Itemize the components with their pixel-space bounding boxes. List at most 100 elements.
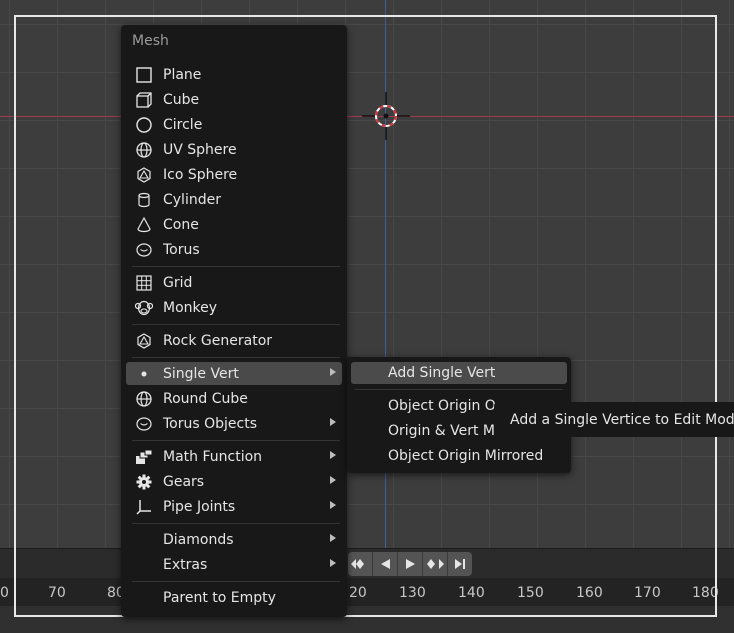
uv-sphere-icon: [134, 389, 154, 409]
menu-item-label: Round Cube: [163, 390, 248, 407]
menu-item-label: Cone: [163, 216, 199, 233]
menu-item-single-vert[interactable]: Single Vert: [126, 362, 342, 385]
submenu-item-label: Object Origin On: [388, 398, 505, 414]
menu-item-label: Cylinder: [163, 191, 221, 208]
plane-icon: [134, 65, 154, 85]
menu-item-cylinder[interactable]: Cylinder: [126, 188, 342, 211]
playback-controls: [348, 552, 472, 576]
submenu-item-label: Object Origin Mirrored: [388, 448, 544, 464]
menu-item-label: Diamonds: [163, 531, 234, 548]
menu-title: Mesh: [132, 33, 169, 49]
menu-separator: [355, 389, 563, 390]
menu-item-label: Torus Objects: [163, 415, 258, 432]
timeline-ruler[interactable]: 0 70 80 20 130 140 150 160 170 180: [0, 578, 734, 606]
mesh-add-menu: Mesh Plane Cube Circle UV Sphere Ico Sph…: [121, 25, 347, 617]
jump-keyframe-forward-icon[interactable]: [423, 552, 448, 576]
torus-icon: [134, 414, 154, 434]
gear-icon: [134, 472, 154, 492]
menu-item-rock-generator[interactable]: Rock Generator: [126, 329, 342, 352]
submenu-arrow-icon: [330, 418, 336, 426]
menu-item-label: Plane: [163, 66, 202, 83]
menu-item-label: Monkey: [163, 299, 218, 316]
submenu-item-add-single-vert[interactable]: Add Single Vert: [351, 362, 567, 384]
menu-item-plane[interactable]: Plane: [126, 63, 342, 86]
menu-item-label: Single Vert: [163, 365, 239, 382]
menu-item-round-cube[interactable]: Round Cube: [126, 387, 342, 410]
menu-item-grid[interactable]: Grid: [126, 271, 342, 294]
frame-tick: 130: [399, 585, 426, 601]
play-reverse-icon[interactable]: [373, 552, 398, 576]
menu-item-uv-sphere[interactable]: UV Sphere: [126, 138, 342, 161]
menu-item-label: Cube: [163, 91, 200, 108]
monkey-icon: [134, 298, 154, 318]
submenu-arrow-icon: [330, 501, 336, 509]
menu-item-extras[interactable]: Extras: [126, 553, 342, 576]
menu-item-monkey[interactable]: Monkey: [126, 296, 342, 319]
play-icon[interactable]: [398, 552, 423, 576]
tooltip: Add a Single Vertice to Edit Mode.: [494, 402, 734, 437]
frame-tick: 160: [576, 585, 603, 601]
menu-item-circle[interactable]: Circle: [126, 113, 342, 136]
submenu-arrow-icon: [330, 534, 336, 542]
menu-item-label: Gears: [163, 473, 205, 490]
menu-item-label: Grid: [163, 274, 193, 291]
timeline-body[interactable]: [0, 606, 734, 633]
submenu-item-label: Add Single Vert: [388, 365, 496, 381]
submenu-arrow-icon: [330, 368, 336, 376]
cube-icon: [134, 90, 154, 110]
submenu-arrow-icon: [330, 559, 336, 567]
menu-item-label: Circle: [163, 116, 203, 133]
menu-item-pipe-joints[interactable]: Pipe Joints: [126, 495, 342, 518]
torus-icon: [134, 240, 154, 260]
frame-tick: 140: [458, 585, 485, 601]
math-function-icon: [134, 447, 154, 467]
cone-icon: [134, 215, 154, 235]
menu-item-label: Rock Generator: [163, 332, 273, 349]
cylinder-icon: [134, 190, 154, 210]
frame-tick: 20: [349, 585, 367, 601]
ico-sphere-icon: [134, 165, 154, 185]
menu-item-label: UV Sphere: [163, 141, 237, 158]
menu-item-gears[interactable]: Gears: [126, 470, 342, 493]
menu-item-label: Torus: [163, 241, 200, 258]
submenu-item-label: Origin & Vert Mir: [388, 423, 505, 439]
menu-item-torus-objects[interactable]: Torus Objects: [126, 412, 342, 435]
menu-separator: [132, 581, 340, 582]
jump-keyframe-back-icon[interactable]: [348, 552, 373, 576]
tooltip-text: Add a Single Vertice to Edit Mode.: [510, 411, 734, 428]
menu-separator: [132, 324, 340, 325]
menu-item-label: Pipe Joints: [163, 498, 236, 515]
pipe-joint-icon: [134, 497, 154, 517]
menu-item-math-function[interactable]: Math Function: [126, 445, 342, 468]
menu-item-ico-sphere[interactable]: Ico Sphere: [126, 163, 342, 186]
frame-tick: 170: [634, 585, 661, 601]
empty-icon-slot: [134, 588, 154, 608]
menu-item-cone[interactable]: Cone: [126, 213, 342, 236]
3d-cursor-icon[interactable]: [362, 92, 410, 140]
submenu-arrow-icon: [330, 476, 336, 484]
menu-item-label: Extras: [163, 556, 208, 573]
frame-tick: 70: [48, 585, 66, 601]
empty-icon-slot: [134, 530, 154, 550]
grid-icon: [134, 273, 154, 293]
menu-item-torus[interactable]: Torus: [126, 238, 342, 261]
dot-icon: [134, 364, 154, 384]
menu-item-cube[interactable]: Cube: [126, 88, 342, 111]
menu-item-diamonds[interactable]: Diamonds: [126, 528, 342, 551]
uv-sphere-icon: [134, 140, 154, 160]
submenu-item-object-origin-mirrored[interactable]: Object Origin Mirrored: [351, 445, 567, 467]
menu-separator: [132, 357, 340, 358]
menu-separator: [132, 440, 340, 441]
menu-separator: [132, 523, 340, 524]
circle-icon: [134, 115, 154, 135]
menu-item-label: Parent to Empty: [163, 589, 276, 606]
frame-tick: 150: [517, 585, 544, 601]
menu-item-label: Math Function: [163, 448, 263, 465]
ico-sphere-icon: [134, 331, 154, 351]
jump-end-icon[interactable]: [448, 552, 472, 576]
frame-tick: 180: [692, 585, 719, 601]
menu-item-parent-to-empty[interactable]: Parent to Empty: [126, 586, 342, 609]
submenu-arrow-icon: [330, 451, 336, 459]
frame-tick: 0: [0, 585, 9, 601]
empty-icon-slot: [134, 555, 154, 575]
